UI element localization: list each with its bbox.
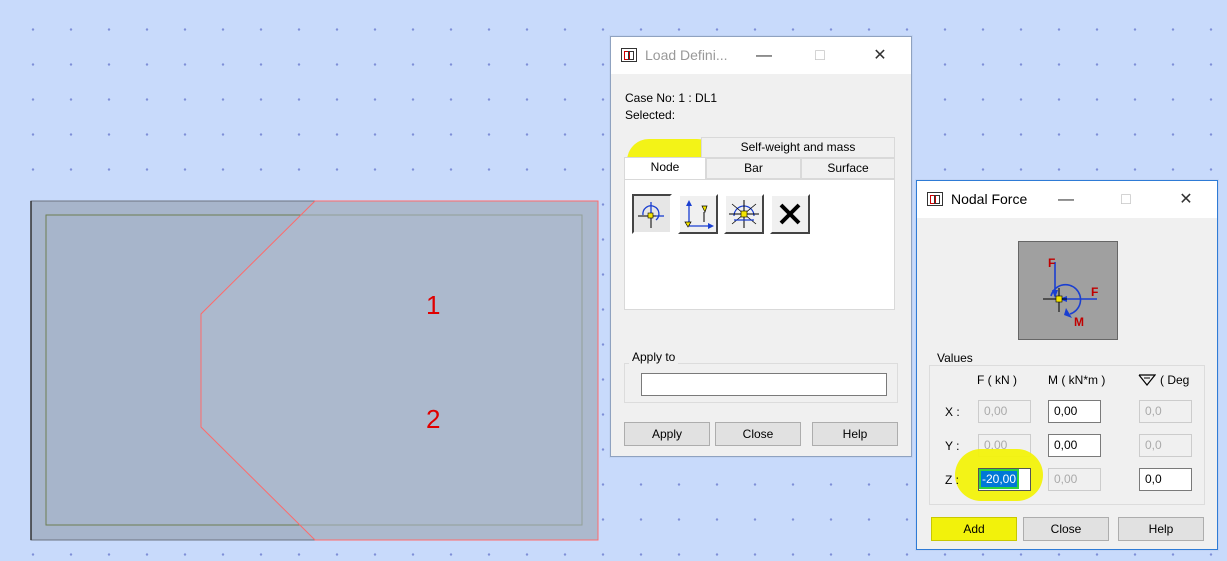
tab-self-weight-and-mass[interactable]: Self-weight and mass: [701, 137, 895, 158]
apply-to-input[interactable]: [641, 373, 887, 396]
force-column-header: F ( kN ): [977, 373, 1017, 387]
moment-y-input[interactable]: 0,00: [1048, 434, 1101, 457]
row-label-z: Z :: [945, 473, 959, 487]
nodal-force-dialog: Nodal Force — □ ✕ F F M Values F ( kN ) …: [916, 180, 1218, 550]
delete-load-tool-button[interactable]: [770, 194, 810, 234]
moment-column-header: M ( kN*m ): [1048, 373, 1106, 387]
imposed-displacement-icon: [684, 200, 714, 229]
region-label-1: 1: [426, 290, 441, 320]
apply-to-label: Apply to: [629, 350, 679, 364]
case-number-label: Case No: 1 : DL1: [625, 91, 718, 105]
close-button[interactable]: Close: [1023, 517, 1109, 541]
apply-button[interactable]: Apply: [624, 422, 710, 446]
selected-label: Selected:: [625, 108, 676, 122]
help-button[interactable]: Help: [812, 422, 898, 446]
region-label-2: 2: [426, 404, 441, 434]
app-window-icon: [927, 192, 943, 206]
load-definition-titlebar[interactable]: Load Defini... — □ ✕: [611, 37, 911, 74]
maximize-button[interactable]: □: [797, 37, 843, 74]
load-definition-title: Load Defini...: [645, 47, 728, 63]
row-label-x: X :: [945, 405, 960, 419]
app-window-icon: [621, 48, 637, 62]
force-x-input[interactable]: 0,00: [978, 400, 1031, 423]
moment-z-input[interactable]: 0,00: [1048, 468, 1101, 491]
close-window-button[interactable]: ✕: [1163, 181, 1209, 218]
close-window-button[interactable]: ✕: [857, 37, 903, 74]
minimize-button[interactable]: —: [1043, 181, 1089, 218]
tab-node[interactable]: Node: [624, 157, 706, 180]
values-label: Values: [934, 351, 976, 365]
angle-y-input[interactable]: 0,0: [1139, 434, 1192, 457]
diagram-label-m: M: [1074, 315, 1084, 329]
angle-icon: [1138, 374, 1156, 386]
add-button[interactable]: Add: [931, 517, 1017, 541]
force-z-input[interactable]: -20,00: [978, 468, 1031, 491]
angle-column-header: ( Deg: [1160, 373, 1190, 387]
angle-z-input[interactable]: 0,0: [1139, 468, 1192, 491]
body-force-tool-button[interactable]: [724, 194, 764, 234]
load-definition-dialog: Load Defini... — □ ✕ Case No: 1 : DL1 Se…: [610, 36, 912, 457]
force-z-selected-value: -20,00: [981, 471, 1018, 487]
nodal-force-diagram: F F M: [1018, 241, 1118, 340]
minimize-button[interactable]: —: [741, 37, 787, 74]
maximize-button[interactable]: □: [1103, 181, 1149, 218]
nodal-force-title: Nodal Force: [951, 191, 1028, 207]
imposed-displacement-tool-button[interactable]: [678, 194, 718, 234]
diagram-label-f-right: F: [1091, 285, 1099, 299]
nodal-force-tool-button[interactable]: [632, 194, 672, 234]
nodal-force-icon: [638, 202, 664, 228]
diagram-label-f-top: F: [1048, 256, 1056, 270]
nodal-force-diagram-icon: [1043, 262, 1097, 318]
moment-x-input[interactable]: 0,00: [1048, 400, 1101, 423]
body-force-icon: [729, 200, 759, 228]
close-button[interactable]: Close: [715, 422, 801, 446]
row-label-y: Y :: [945, 439, 960, 453]
angle-x-input[interactable]: 0,0: [1139, 400, 1192, 423]
tab-surface[interactable]: Surface: [801, 158, 895, 179]
help-button[interactable]: Help: [1118, 517, 1204, 541]
nodal-force-titlebar[interactable]: Nodal Force — □ ✕: [917, 181, 1217, 218]
delete-load-icon: [779, 203, 801, 225]
tab-bar[interactable]: Bar: [706, 158, 801, 179]
